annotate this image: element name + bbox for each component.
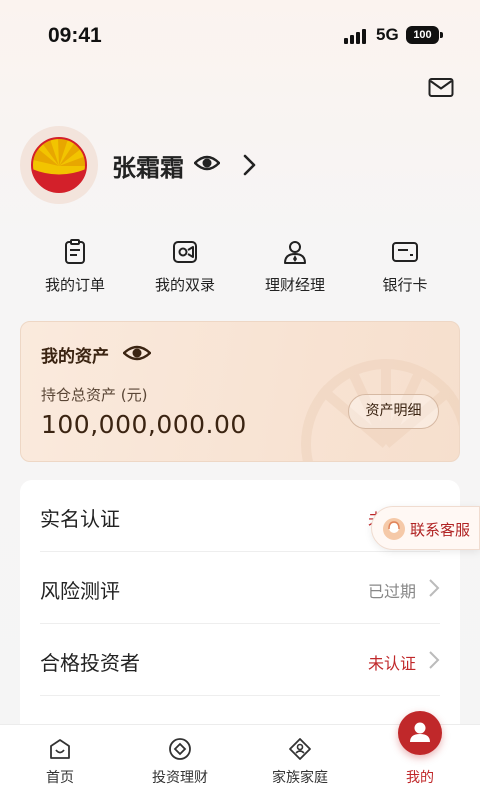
bank-card-icon [392,242,418,262]
customer-service-icon [383,518,405,540]
asset-card: 我的资产 持仓总资产 (元) 100,000,000.00 资产明细 [20,321,460,462]
home-icon [50,739,70,759]
user-name[interactable]: 张霜霜 [112,148,184,183]
advisor-icon [284,241,306,264]
tab-label: 投资理财 [152,770,208,786]
avatar[interactable] [20,126,98,204]
status-text: 未认证 [367,654,416,673]
profile-icon[interactable] [398,711,442,755]
signal-icon [344,28,368,44]
quick-action-advisor[interactable]: 理财经理 [240,238,350,298]
eye-icon[interactable] [123,343,151,363]
battery-icon: 100 [406,26,443,44]
invest-icon [169,738,191,760]
tab-home[interactable]: 首页 [0,725,120,800]
quick-action-label: 我的双录 [154,276,215,294]
video-record-icon [173,241,197,263]
quick-action-bank-card[interactable]: 银行卡 [350,238,460,298]
network-type: 5G [376,25,399,44]
list-item-risk-assessment[interactable]: 风险测评 已过期 [40,552,440,624]
quick-action-label: 我的订单 [44,276,105,294]
chevron-right-icon[interactable] [240,153,258,177]
tab-label: 首页 [46,770,74,786]
company-logo [31,137,87,193]
quick-action-recordings[interactable]: 我的双录 [130,238,240,298]
tab-label: 我的 [406,770,434,786]
status-bar: 09:41 5G 100 [0,0,480,72]
mail-icon[interactable] [428,77,454,99]
list-item-label: 风险测评 [40,579,120,603]
tab-invest[interactable]: 投资理财 [120,725,240,800]
quick-action-orders[interactable]: 我的订单 [20,238,130,298]
asset-detail-button[interactable]: 资产明细 [348,394,439,429]
list-item-qualified-investor[interactable]: 合格投资者 未认证 [40,624,440,696]
status-text: 已过期 [367,582,416,601]
customer-service-label: 联系客服 [410,521,471,539]
status-time: 09:41 [48,24,102,47]
list-item-label: 实名认证 [40,507,120,531]
customer-service-button[interactable]: 联系客服 [371,506,480,550]
quick-action-label: 理财经理 [264,276,325,294]
order-icon [65,239,85,264]
eye-icon[interactable] [194,152,220,174]
list-item-label: 合格投资者 [40,651,140,675]
asset-amount: 100,000,000.00 [41,410,247,439]
quick-action-label: 银行卡 [382,276,428,294]
asset-title: 我的资产 [41,347,109,367]
tab-family[interactable]: 家族家庭 [240,725,360,800]
chevron-right-icon [429,651,440,669]
family-icon [289,738,311,760]
chevron-right-icon [429,579,440,597]
asset-subtitle: 持仓总资产 (元) [41,386,148,404]
tab-label: 家族家庭 [272,770,328,786]
quick-actions: 我的订单 我的双录 理财经理 银行卡 [20,238,460,298]
